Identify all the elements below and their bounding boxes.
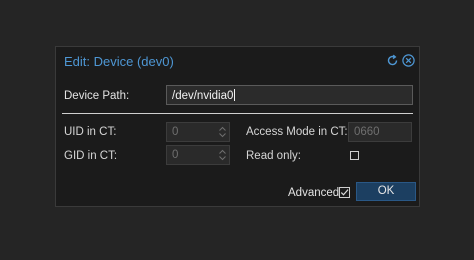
advanced-label: Advanced [288, 187, 340, 199]
access-mode-value: 0660 [354, 126, 380, 138]
close-icon[interactable] [402, 54, 415, 67]
device-path-value: /dev/nvidia0 [172, 90, 234, 102]
uid-value: 0 [172, 126, 179, 138]
spinner-icon[interactable] [218, 148, 227, 162]
reset-icon[interactable] [386, 54, 399, 67]
dialog-titlebar: Edit: Device (dev0) [56, 47, 419, 75]
uid-input[interactable]: 0 [166, 122, 230, 142]
ok-button[interactable]: OK [356, 182, 416, 201]
advanced-checkbox[interactable] [339, 187, 350, 198]
section-separator [62, 113, 413, 114]
read-only-label: Read only: [246, 150, 301, 162]
uid-label: UID in CT: [64, 126, 117, 138]
access-mode-input[interactable]: 0660 [348, 122, 412, 142]
gid-label: GID in CT: [64, 150, 118, 162]
edit-device-dialog: Edit: Device (dev0) Device Path: /dev/nv… [55, 46, 420, 207]
text-caret [234, 89, 236, 101]
spinner-icon[interactable] [218, 125, 227, 139]
device-path-label: Device Path: [64, 90, 130, 102]
gid-value: 0 [172, 149, 179, 161]
read-only-checkbox[interactable] [350, 151, 359, 160]
access-mode-label: Access Mode in CT: [246, 126, 348, 138]
device-path-input[interactable]: /dev/nvidia0 [166, 85, 413, 105]
dialog-title: Edit: Device (dev0) [64, 54, 174, 69]
gid-input[interactable]: 0 [166, 145, 230, 165]
